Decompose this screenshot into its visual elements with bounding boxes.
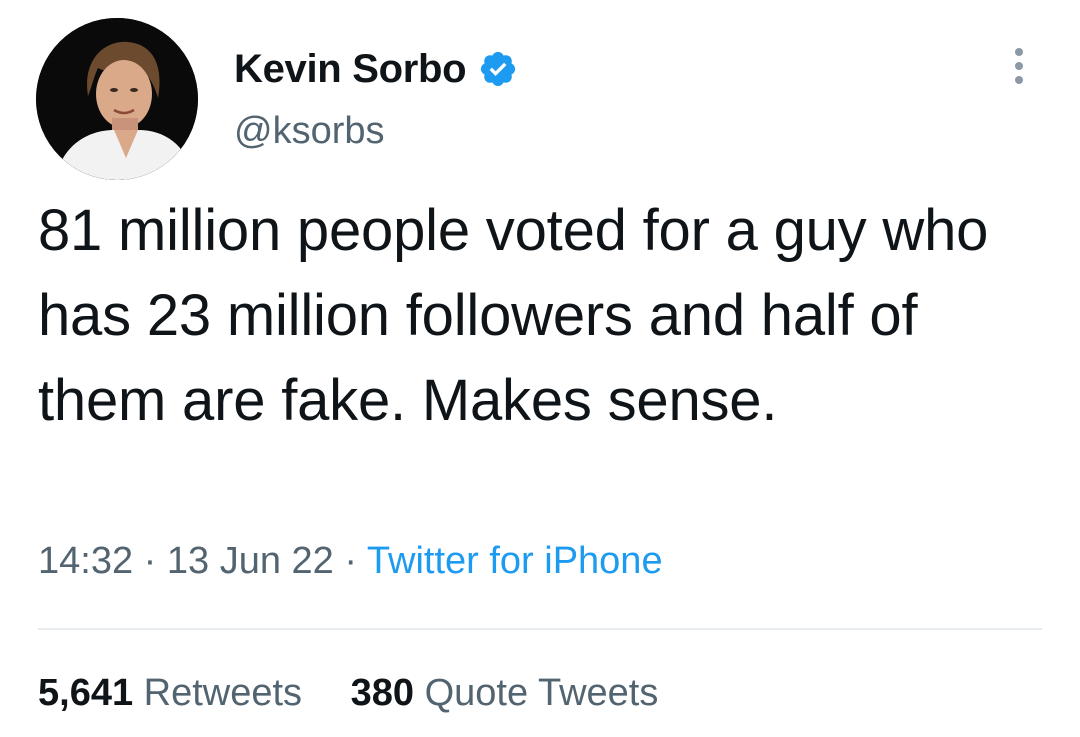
verified-badge-icon bbox=[478, 49, 518, 89]
avatar[interactable] bbox=[36, 18, 198, 180]
tweet-card: Kevin Sorbo @ksorbs 81 million people vo… bbox=[0, 0, 1080, 737]
quote-tweets-count: 380 bbox=[350, 672, 415, 714]
tweet-stats: 5,641 Retweets 380 Quote Tweets bbox=[38, 672, 658, 715]
retweets-stat[interactable]: 5,641 Retweets bbox=[38, 672, 313, 714]
quote-tweets-stat[interactable]: 380 Quote Tweets bbox=[351, 672, 659, 714]
tweet-source-link[interactable]: Twitter for iPhone bbox=[367, 540, 663, 582]
avatar-photo bbox=[36, 18, 198, 180]
author-handle[interactable]: @ksorbs bbox=[234, 110, 385, 153]
tweet-date[interactable]: 13 Jun 22 bbox=[167, 540, 334, 582]
meta-separator: · bbox=[344, 540, 358, 582]
meta-separator: · bbox=[143, 540, 157, 582]
retweets-count: 5,641 bbox=[38, 672, 134, 714]
tweet-meta: 14:32 · 13 Jun 22 · Twitter for iPhone bbox=[38, 540, 663, 583]
tweet-text: 81 million people voted for a guy who ha… bbox=[38, 198, 989, 433]
tweet-time[interactable]: 14:32 bbox=[38, 540, 133, 582]
divider bbox=[38, 628, 1042, 630]
author-name-row: Kevin Sorbo bbox=[234, 44, 518, 94]
more-options-icon[interactable] bbox=[1004, 44, 1034, 88]
retweets-label: Retweets bbox=[143, 672, 303, 714]
display-name[interactable]: Kevin Sorbo bbox=[234, 47, 467, 92]
quote-tweets-label: Quote Tweets bbox=[424, 672, 659, 714]
